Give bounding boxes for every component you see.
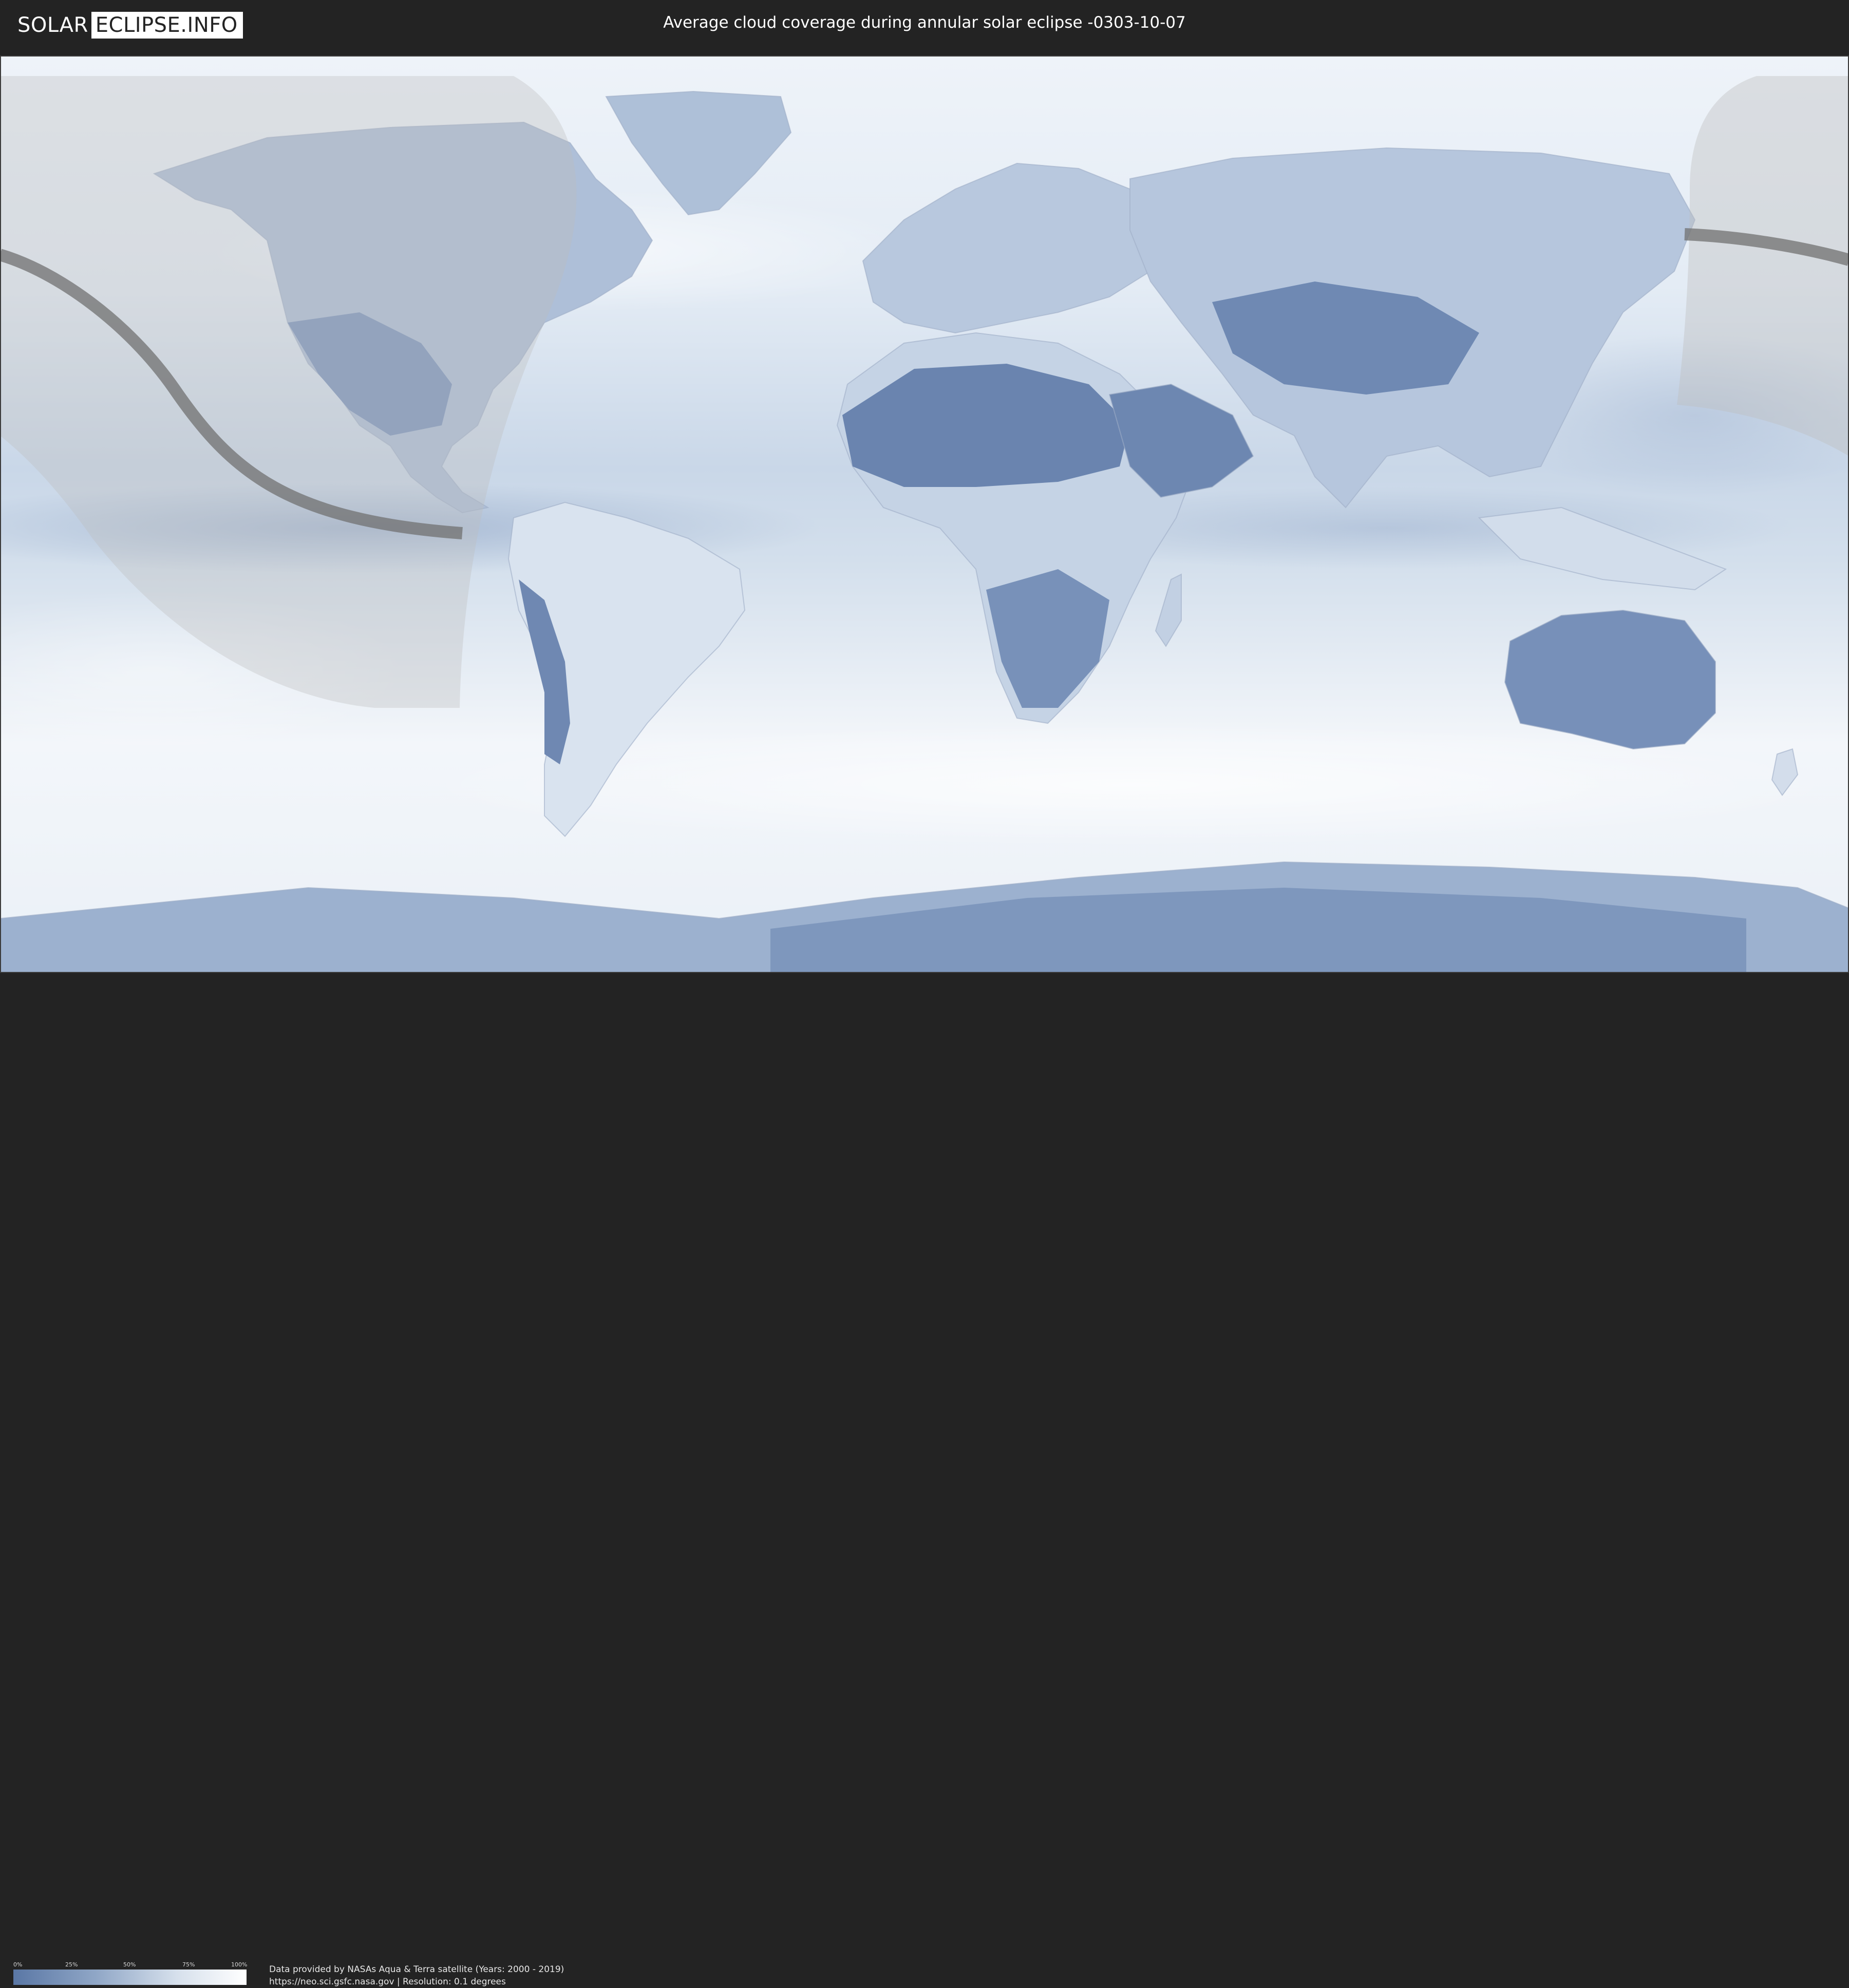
world-map-svg <box>0 55 1849 973</box>
legend-tick-row: 0% 25% 50% 75% 100% <box>13 1961 247 1970</box>
legend-tick-50: 50% <box>123 1961 136 1968</box>
credits-line-source: Data provided by NASAs Aqua & Terra sate… <box>269 1964 564 1975</box>
credits-line-url: https://neo.sci.gsfc.nasa.gov | Resoluti… <box>269 1977 506 1987</box>
legend-tick-25: 25% <box>65 1961 78 1968</box>
penumbra-region-east <box>1677 76 1849 456</box>
header-bar: SOLAR ECLIPSE.INFO Average cloud coverag… <box>0 0 1849 51</box>
legend-tick-0: 0% <box>13 1961 23 1968</box>
data-credits: Data provided by NASAs Aqua & Terra sate… <box>269 1963 564 1988</box>
cloud-coverage-map <box>0 55 1849 973</box>
legend-tick-100: 100% <box>231 1961 248 1968</box>
cloud-coverage-legend: 0% 25% 50% 75% 100% <box>13 1961 247 1985</box>
legend-tick-75: 75% <box>182 1961 195 1968</box>
legend-color-bar <box>13 1970 247 1985</box>
page-title: Average cloud coverage during annular so… <box>663 13 1186 32</box>
footer-bar: 0% 25% 50% 75% 100% Data provided by NAS… <box>0 973 1849 1987</box>
